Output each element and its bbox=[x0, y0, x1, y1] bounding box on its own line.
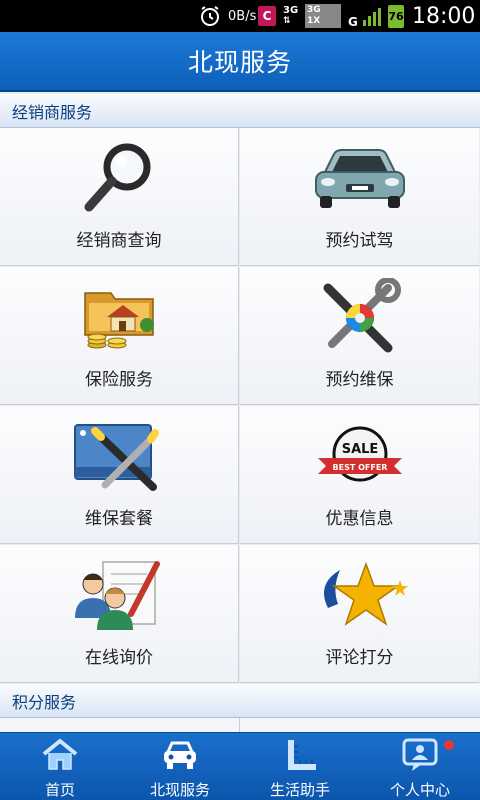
status-bar: 0B/s C 3G ⇅ 3G 1X G 76 18:00 bbox=[0, 0, 480, 32]
wrench-screwdriver-card-icon bbox=[0, 416, 238, 498]
tools-icon bbox=[240, 277, 479, 359]
service-maintenance-package[interactable]: 维保套餐 bbox=[0, 406, 239, 544]
service-online-inquiry[interactable]: 在线询价 bbox=[0, 545, 239, 683]
battery-icon: 76 bbox=[388, 5, 404, 28]
magnifier-icon bbox=[0, 138, 238, 220]
network-3g1x-bottom: 1X bbox=[307, 16, 321, 26]
car-front-icon bbox=[120, 737, 240, 773]
home-icon bbox=[0, 737, 120, 773]
sale-badge-sub: BEST OFFER bbox=[332, 463, 387, 472]
c-badge-icon: C bbox=[258, 6, 276, 26]
clock-time: 18:00 bbox=[412, 3, 476, 29]
network-3g-icon: 3G ⇅ bbox=[283, 5, 299, 27]
people-pencil-icon bbox=[0, 555, 238, 637]
section-header-points: 积分服务 bbox=[0, 684, 480, 718]
service-promotions[interactable]: SALE BEST OFFER 优惠信息 bbox=[240, 406, 479, 544]
service-label: 在线询价 bbox=[85, 648, 153, 668]
nav-label: 生活助手 bbox=[269, 781, 330, 799]
service-label: 保险服务 bbox=[85, 370, 153, 390]
service-dealer-query[interactable]: 经销商查询 bbox=[0, 128, 239, 266]
service-label: 预约维保 bbox=[325, 370, 394, 390]
service-test-drive[interactable]: 预约试驾 bbox=[240, 128, 479, 266]
alarm-icon bbox=[198, 0, 222, 32]
nav-label: 个人中心 bbox=[389, 781, 450, 799]
sale-badge-icon: SALE BEST OFFER bbox=[240, 416, 479, 498]
service-label: 经销商查询 bbox=[76, 231, 162, 251]
service-label: 预约试驾 bbox=[325, 231, 394, 251]
service-label: 维保套餐 bbox=[85, 509, 153, 529]
section-title: 经销商服务 bbox=[12, 102, 93, 122]
profile-chat-icon bbox=[360, 737, 480, 773]
nav-label: 北现服务 bbox=[149, 781, 210, 799]
network-3g1x-top: 3G bbox=[307, 5, 321, 15]
app-header: 北现服务 bbox=[0, 32, 480, 92]
service-rating[interactable]: 评论打分 bbox=[240, 545, 479, 683]
service-insurance[interactable]: 保险服务 bbox=[0, 267, 239, 405]
section-title: 积分服务 bbox=[12, 692, 77, 712]
ruler-icon bbox=[240, 737, 360, 773]
network-3g-label: 3G bbox=[283, 5, 299, 16]
section-content-peek bbox=[0, 718, 480, 732]
nav-life-assistant[interactable]: 生活助手 bbox=[240, 733, 360, 800]
nav-services[interactable]: 北现服务 bbox=[120, 733, 240, 800]
nav-label: 首页 bbox=[44, 781, 75, 799]
house-folder-coins-icon bbox=[0, 277, 238, 359]
star-icon bbox=[240, 555, 479, 637]
data-speed: 0B/s bbox=[228, 8, 257, 24]
section-header-dealer: 经销商服务 bbox=[0, 94, 480, 128]
service-label: 评论打分 bbox=[325, 648, 394, 668]
sale-badge-main: SALE bbox=[341, 442, 378, 457]
service-maintenance-booking[interactable]: 预约维保 bbox=[240, 267, 479, 405]
page-title: 北现服务 bbox=[187, 48, 292, 77]
cell-divider bbox=[239, 718, 240, 732]
nav-home[interactable]: 首页 bbox=[0, 733, 120, 800]
notification-dot bbox=[444, 740, 454, 750]
signal-bars-icon bbox=[362, 0, 384, 32]
car-icon bbox=[240, 138, 479, 220]
service-label: 优惠信息 bbox=[325, 509, 394, 529]
network-3g1x-icon: 3G 1X bbox=[305, 4, 341, 28]
nav-profile[interactable]: 个人中心 bbox=[360, 733, 480, 800]
bottom-nav: 首页 北现服务 生活助手 个人中心 bbox=[0, 732, 480, 800]
